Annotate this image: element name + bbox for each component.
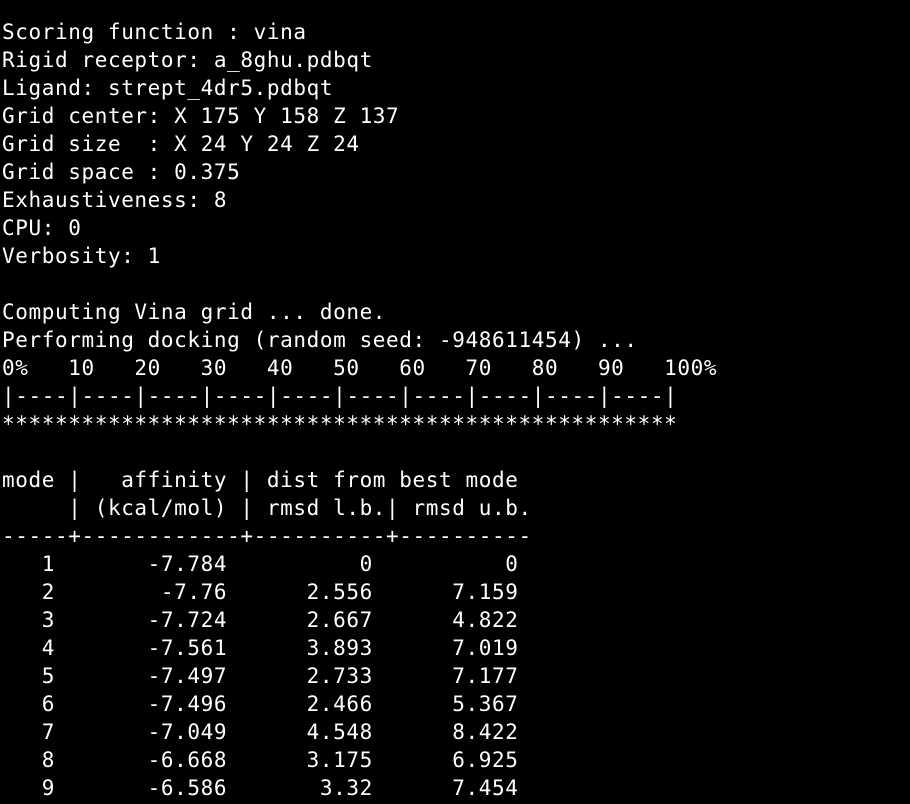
scoring-function-line: Scoring function : vina xyxy=(2,20,307,44)
rigid-receptor-line: Rigid receptor: a_8ghu.pdbqt xyxy=(2,48,373,72)
progress-scale-line: 0% 10 20 30 40 50 60 70 80 90 100% xyxy=(2,356,718,380)
results-header-2: | (kcal/mol) | rmsd l.b.| rmsd u.b. xyxy=(2,496,532,520)
table-row: 1 -7.784 0 0 xyxy=(2,552,519,576)
verbosity-line: Verbosity: 1 xyxy=(2,244,161,268)
results-separator: -----+------------+----------+---------- xyxy=(2,524,532,548)
docking-line: Performing docking (random seed: -948611… xyxy=(2,328,638,352)
exhaustiveness-line: Exhaustiveness: 8 xyxy=(2,188,228,212)
progress-ruler-line: |----|----|----|----|----|----|----|----… xyxy=(2,384,678,408)
computing-grid-line: Computing Vina grid ... done. xyxy=(2,300,387,324)
table-row: 3 -7.724 2.667 4.822 xyxy=(2,608,519,632)
grid-space-line: Grid space : 0.375 xyxy=(2,160,241,184)
table-row: 2 -7.76 2.556 7.159 xyxy=(2,580,519,604)
table-row: 8 -6.668 3.175 6.925 xyxy=(2,748,519,772)
cpu-line: CPU: 0 xyxy=(2,216,82,240)
table-row: 7 -7.049 4.548 8.422 xyxy=(2,720,519,744)
terminal-output: Scoring function : vina Rigid receptor: … xyxy=(2,18,910,802)
table-row: 5 -7.497 2.733 7.177 xyxy=(2,664,519,688)
table-row: 6 -7.496 2.466 5.367 xyxy=(2,692,519,716)
table-row: 9 -6.586 3.32 7.454 xyxy=(2,776,519,800)
table-row: 4 -7.561 3.893 7.019 xyxy=(2,636,519,660)
progress-stars-line: ****************************************… xyxy=(2,412,678,436)
grid-center-line: Grid center: X 175 Y 158 Z 137 xyxy=(2,104,400,128)
results-header-1: mode | affinity | dist from best mode xyxy=(2,468,519,492)
ligand-line: Ligand: strept_4dr5.pdbqt xyxy=(2,76,334,100)
grid-size-line: Grid size : X 24 Y 24 Z 24 xyxy=(2,132,360,156)
